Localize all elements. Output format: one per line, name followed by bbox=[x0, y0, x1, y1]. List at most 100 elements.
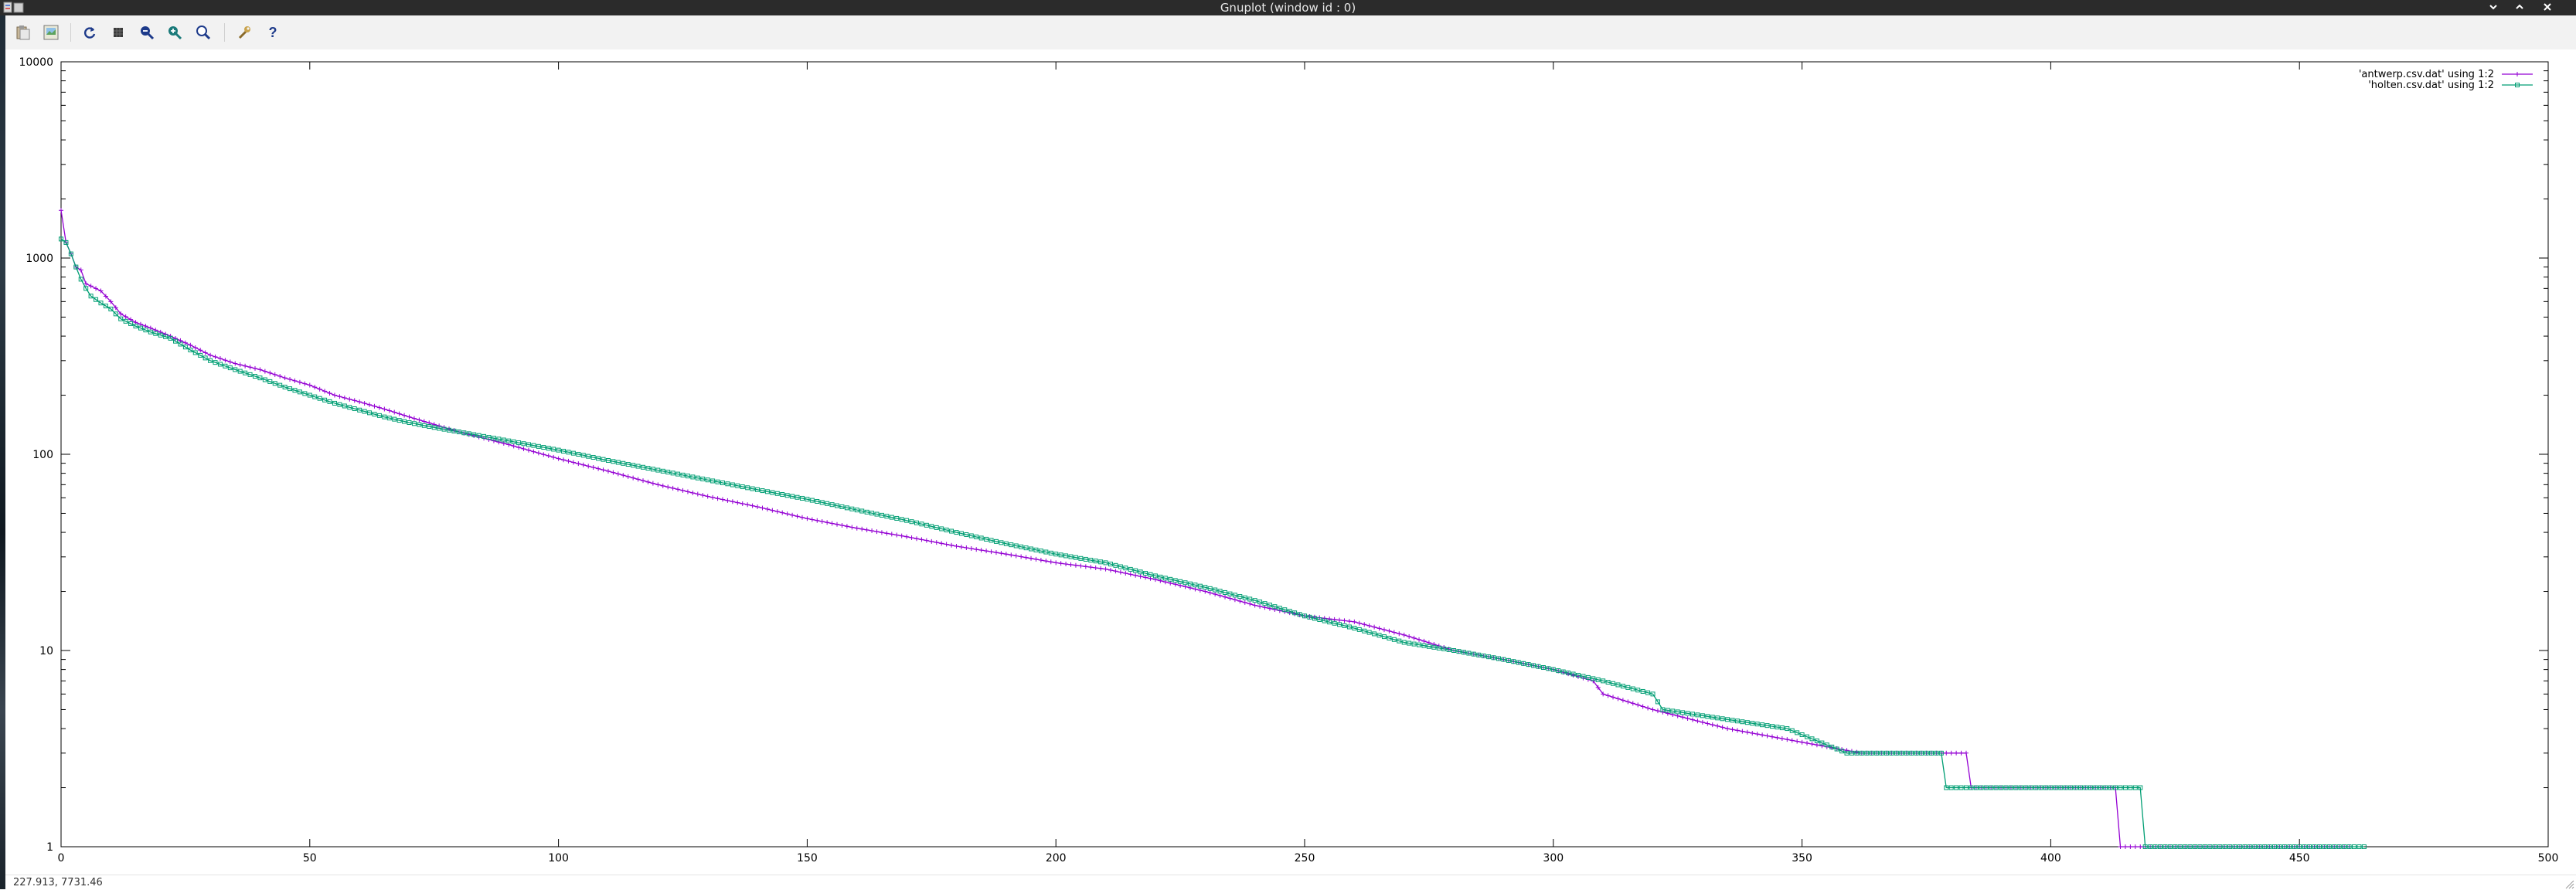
toolbar-separator bbox=[224, 23, 225, 42]
resize-grip-icon[interactable] bbox=[2564, 878, 2574, 889]
series-line-2 bbox=[60, 238, 2364, 848]
print-button[interactable] bbox=[41, 22, 61, 42]
data-point bbox=[809, 517, 815, 522]
data-point bbox=[894, 532, 900, 538]
data-point bbox=[546, 453, 551, 459]
data-point bbox=[1058, 561, 1063, 566]
data-point bbox=[904, 534, 910, 539]
close-button[interactable] bbox=[2536, 0, 2559, 15]
autoscale-button[interactable] bbox=[193, 22, 213, 42]
data-point bbox=[705, 494, 710, 499]
data-point bbox=[1048, 559, 1053, 565]
data-point bbox=[526, 447, 531, 453]
data-point bbox=[88, 284, 94, 289]
data-point bbox=[621, 473, 626, 478]
data-point bbox=[227, 359, 233, 365]
toolbar: ? bbox=[5, 15, 2576, 49]
maximize-button[interactable] bbox=[2508, 0, 2531, 15]
data-point bbox=[1700, 719, 1705, 725]
data-point bbox=[566, 458, 571, 464]
mouse-coordinates: 227.913, 7731.46 bbox=[13, 877, 103, 888]
data-point bbox=[934, 540, 939, 545]
data-point bbox=[202, 350, 208, 355]
data-point bbox=[884, 531, 890, 536]
data-point bbox=[1019, 554, 1024, 559]
data-point bbox=[770, 508, 775, 513]
data-point bbox=[1187, 585, 1193, 590]
data-point bbox=[949, 542, 955, 548]
data-point bbox=[1795, 739, 1800, 744]
data-point bbox=[1705, 721, 1710, 726]
x-tick-label: 50 bbox=[303, 852, 317, 865]
data-point bbox=[570, 460, 576, 465]
data-point bbox=[2132, 844, 2138, 849]
data-point bbox=[357, 399, 362, 405]
data-point bbox=[247, 365, 253, 370]
replot-button[interactable] bbox=[80, 22, 100, 42]
data-point bbox=[1088, 565, 1094, 570]
data-point bbox=[889, 532, 894, 537]
minimize-button[interactable] bbox=[2482, 0, 2505, 15]
data-point bbox=[561, 457, 567, 463]
data-point bbox=[1805, 740, 1810, 746]
data-point bbox=[1948, 750, 1954, 756]
data-point bbox=[411, 416, 417, 421]
data-point bbox=[1053, 560, 1059, 566]
data-point bbox=[1769, 734, 1775, 739]
data-point bbox=[541, 452, 546, 457]
data-point bbox=[1113, 569, 1118, 574]
x-tick-label: 0 bbox=[58, 852, 65, 865]
data-point bbox=[874, 529, 880, 535]
data-point bbox=[1421, 638, 1427, 644]
data-point bbox=[1083, 564, 1088, 569]
data-point bbox=[774, 509, 780, 515]
data-point bbox=[576, 461, 581, 467]
window-titlebar[interactable]: Gnuplot (window id : 0) bbox=[0, 0, 2576, 15]
legend-label-2: 'holten.csv.dat' using 1:2 bbox=[2368, 80, 2494, 91]
x-tick-label: 250 bbox=[1295, 852, 1315, 865]
data-point bbox=[784, 511, 790, 517]
options-button[interactable] bbox=[234, 22, 254, 42]
data-point bbox=[1133, 572, 1138, 578]
data-point bbox=[257, 367, 263, 372]
data-point bbox=[376, 405, 382, 410]
data-point bbox=[1675, 713, 1680, 718]
data-point bbox=[844, 524, 849, 529]
data-point bbox=[421, 419, 427, 424]
data-point bbox=[869, 528, 875, 534]
data-point bbox=[650, 481, 655, 486]
data-point bbox=[1401, 632, 1407, 637]
data-point bbox=[407, 414, 412, 420]
data-point bbox=[695, 491, 700, 497]
data-point bbox=[367, 402, 373, 407]
data-point bbox=[1356, 620, 1362, 626]
series-line-1 bbox=[60, 210, 2350, 848]
data-point bbox=[317, 386, 322, 392]
data-point bbox=[1223, 594, 1228, 600]
plot-area[interactable]: 0 50 100 150 200 250 300 350 400 450 500 1 10 100 1000… bbox=[5, 49, 2576, 875]
help-button[interactable]: ? bbox=[263, 22, 283, 42]
plot-canvas[interactable]: 0 50 100 150 200 250 300 350 400 450 500 1 10 100 1000… bbox=[5, 49, 2576, 875]
data-point bbox=[521, 446, 526, 451]
data-point bbox=[1779, 736, 1785, 742]
data-point bbox=[1352, 619, 1357, 624]
next-zoom-button[interactable] bbox=[165, 22, 185, 42]
data-point bbox=[1397, 631, 1402, 637]
data-point bbox=[1417, 637, 1422, 642]
copy-to-clipboard-button[interactable] bbox=[13, 22, 33, 42]
data-point bbox=[1734, 728, 1740, 733]
data-point bbox=[1108, 567, 1113, 572]
data-point bbox=[292, 378, 298, 383]
data-point bbox=[1213, 592, 1218, 597]
toggle-grid-button[interactable] bbox=[108, 22, 128, 42]
statusbar: 227.913, 7731.46 bbox=[5, 875, 2576, 890]
data-point bbox=[819, 519, 825, 525]
data-point bbox=[1725, 726, 1730, 732]
data-point bbox=[1754, 732, 1760, 737]
data-point bbox=[1247, 601, 1253, 606]
previous-zoom-button[interactable] bbox=[137, 22, 157, 42]
data-point bbox=[1098, 566, 1104, 571]
data-point bbox=[307, 382, 312, 388]
data-point bbox=[615, 471, 621, 477]
data-point bbox=[849, 525, 855, 530]
